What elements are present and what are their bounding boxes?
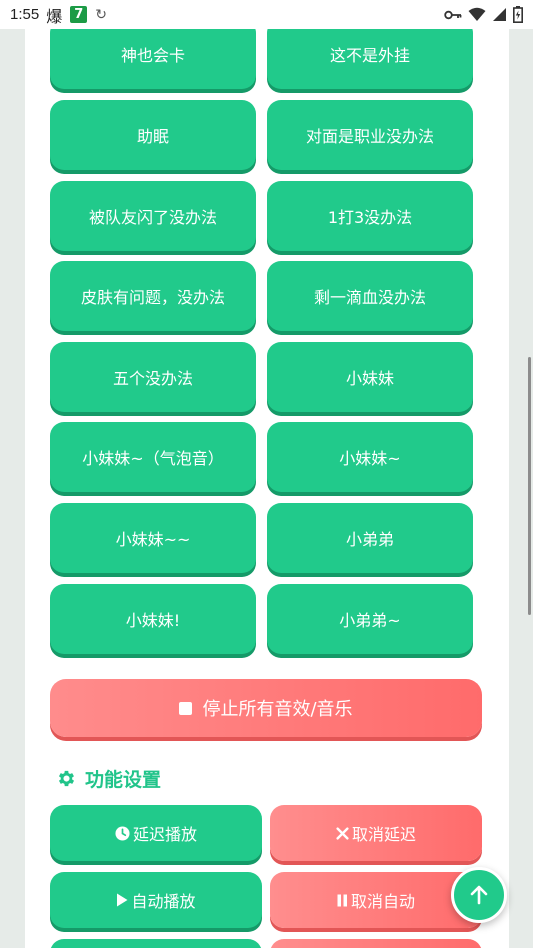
sound-button-label: 小妹妹~ — [339, 449, 401, 468]
sound-button[interactable]: 五个没办法 — [50, 342, 256, 412]
sound-button-label: 小妹妹~（气泡音） — [82, 449, 224, 468]
arrow-up-icon — [470, 885, 488, 905]
gear-icon — [58, 770, 75, 787]
sound-button[interactable]: 被队友闪了没办法 — [50, 181, 256, 251]
wifi-icon — [468, 7, 486, 21]
status-icons — [444, 6, 523, 23]
sound-button-label: 这不是外挂 — [329, 46, 410, 65]
cancel-delay-button[interactable]: 取消延迟 — [270, 805, 482, 861]
sound-button-label: 小弟弟 — [345, 530, 394, 549]
scroll-to-top-button[interactable] — [451, 867, 507, 923]
function-button-partial[interactable] — [50, 939, 262, 948]
delay-play-label: 延迟播放 — [132, 825, 197, 844]
function-button-partial[interactable] — [270, 939, 482, 948]
status-badge-char: 爆 — [46, 6, 63, 26]
stop-all-label: 停止所有音效/音乐 — [202, 699, 353, 720]
sound-button[interactable]: 小妹妹 — [267, 342, 473, 412]
sound-button[interactable]: 皮肤有问题，没办法 — [50, 261, 256, 331]
status-time: 1:55 — [10, 6, 40, 23]
sound-button-label: 1打3没办法 — [327, 208, 413, 227]
sync-icon: ↻ — [95, 6, 107, 23]
delay-play-button[interactable]: 延迟播放 — [50, 805, 262, 861]
sound-button[interactable]: 小妹妹~ — [267, 422, 473, 492]
scrollbar-thumb[interactable] — [528, 357, 531, 615]
sound-button-label: 助眠 — [136, 127, 169, 146]
sound-button[interactable]: 小弟弟 — [267, 503, 473, 573]
clock-icon — [115, 825, 130, 841]
sound-button-label: 剩一滴血没办法 — [313, 288, 426, 307]
sound-button-label: 小妹妹 — [345, 369, 394, 388]
auto-play-button[interactable]: 自动播放 — [50, 872, 262, 928]
auto-play-label: 自动播放 — [131, 892, 196, 911]
sound-button[interactable]: 这不是外挂 — [267, 29, 473, 89]
sound-button-label: 五个没办法 — [112, 369, 193, 388]
section-title: 功能设置 — [56, 765, 161, 792]
sound-button[interactable]: 神也会卡 — [50, 29, 256, 89]
close-icon — [336, 826, 349, 840]
key-icon — [444, 10, 462, 19]
status-bar: 1:55 爆 7 ↻ — [0, 0, 533, 29]
sound-button-label: 小弟弟~ — [339, 611, 401, 630]
cancel-delay-label: 取消延迟 — [351, 825, 416, 844]
sound-button-label: 被队友闪了没办法 — [88, 208, 217, 227]
sound-button[interactable]: 小妹妹~~ — [50, 503, 256, 573]
section-title-text: 功能设置 — [85, 769, 162, 791]
sound-button[interactable]: 助眠 — [50, 100, 256, 170]
sound-button[interactable]: 小妹妹~（气泡音） — [50, 422, 256, 492]
stop-icon — [179, 701, 193, 715]
sound-button[interactable]: 小妹妹! — [50, 584, 256, 654]
cancel-auto-label: 取消自动 — [350, 892, 415, 911]
play-icon — [116, 893, 128, 907]
main-content: 神也会卡 这不是外挂 助眠 对面是职业没办法 被队友闪了没办法 1打3没办法 皮… — [25, 29, 509, 948]
sound-button-label: 皮肤有问题，没办法 — [80, 288, 225, 307]
signal-icon — [493, 8, 506, 21]
stop-all-button[interactable]: 停止所有音效/音乐 — [50, 679, 482, 737]
sound-button-label: 神也会卡 — [120, 46, 185, 65]
sound-button-label: 小妹妹~~ — [115, 530, 191, 549]
sound-button-label: 小妹妹! — [125, 611, 181, 630]
sound-button[interactable]: 剩一滴血没办法 — [267, 261, 473, 331]
cancel-auto-button[interactable]: 取消自动 — [270, 872, 482, 928]
app-seven-icon: 7 — [70, 6, 88, 23]
battery-icon — [513, 6, 523, 23]
sound-button[interactable]: 对面是职业没办法 — [267, 100, 473, 170]
sound-button-label: 对面是职业没办法 — [305, 127, 434, 146]
sound-button[interactable]: 1打3没办法 — [267, 181, 473, 251]
pause-icon — [337, 894, 348, 907]
sound-button[interactable]: 小弟弟~ — [267, 584, 473, 654]
